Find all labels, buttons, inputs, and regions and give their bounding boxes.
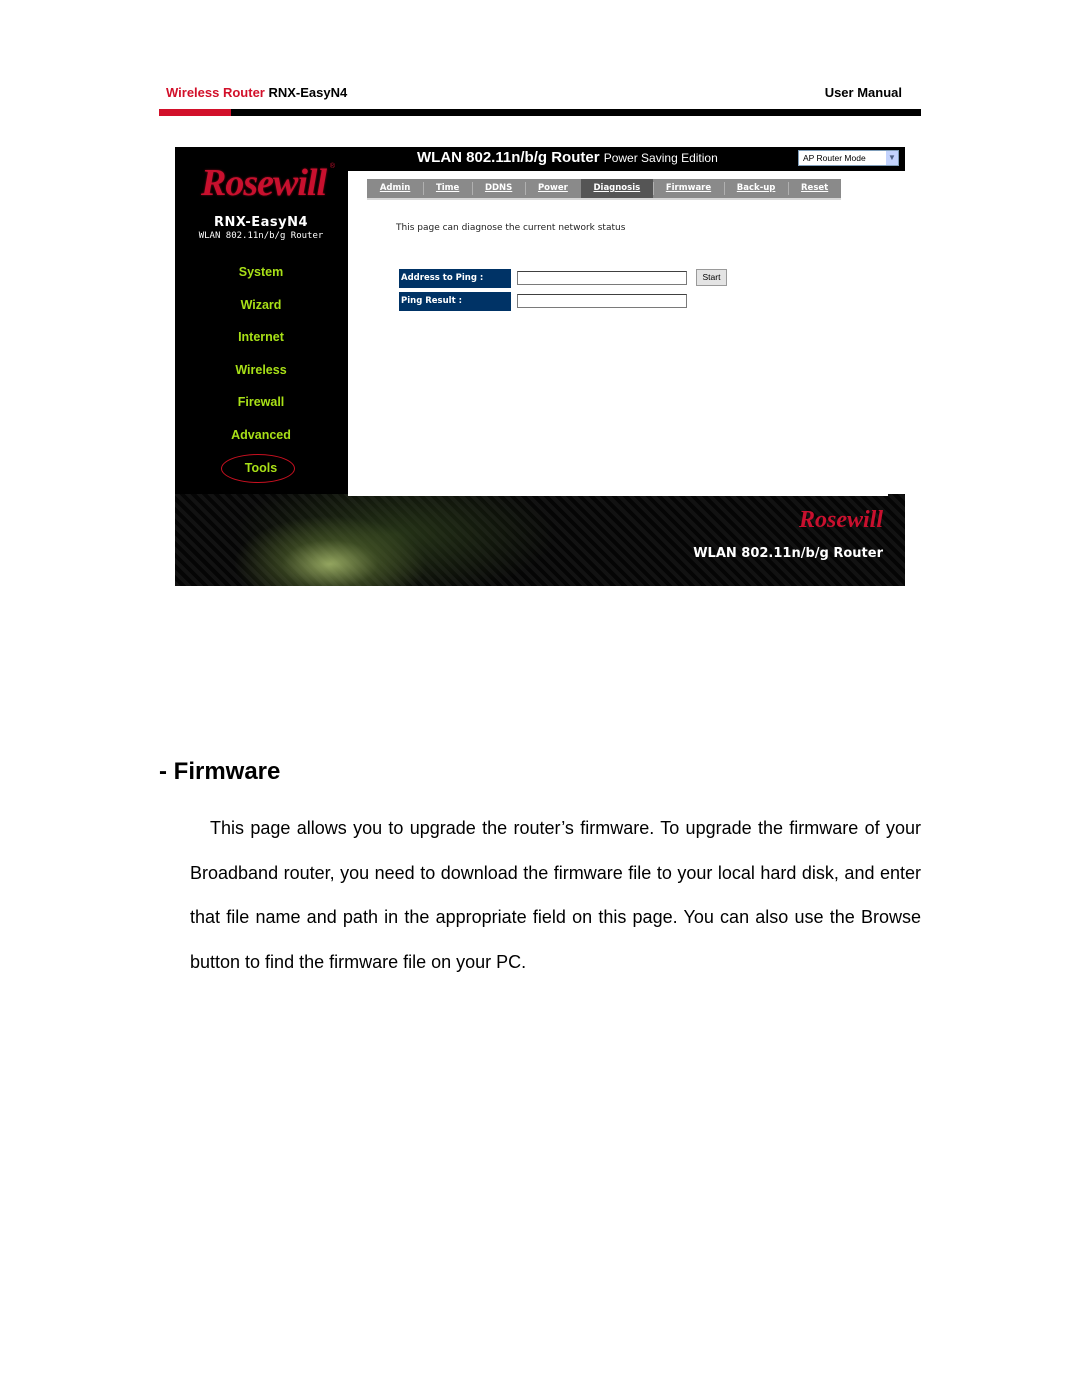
tab-admin[interactable]: Admin [367, 179, 423, 198]
tab-firmware[interactable]: Firmware [653, 179, 724, 198]
rosewill-logo-text: Rosewill [201, 162, 327, 204]
address-input[interactable] [517, 271, 687, 285]
nav-item-wizard[interactable]: Wizard [175, 296, 347, 329]
doc-header-brand: Wireless Router [166, 85, 265, 100]
header-rule-accent [159, 109, 231, 116]
tab-ddns[interactable]: DDNS [472, 179, 525, 198]
doc-header-product: Wireless Router RNX-EasyN4 [166, 85, 347, 100]
router-screenshot: Rosewill ® RNX-EasyN4 WLAN 802.11n/b/g R… [175, 147, 905, 586]
doc-header-model: RNX-EasyN4 [268, 85, 348, 100]
section-body: This page allows you to upgrade the rout… [190, 818, 921, 973]
router-titlebar: WLAN 802.11n/b/g Router Power Saving Edi… [347, 147, 905, 171]
chevron-down-icon[interactable]: ▼ [886, 151, 898, 165]
tab-power[interactable]: Power [525, 179, 581, 198]
router-title-main: WLAN 802.11n/b/g Router [417, 149, 600, 166]
footer-title: WLAN 802.11n/b/g Router [693, 546, 883, 561]
mode-select[interactable]: AP Router Mode ▼ [798, 150, 899, 166]
ping-result-field[interactable] [517, 294, 687, 308]
address-label: Address to Ping : [399, 269, 511, 288]
start-button[interactable]: Start [696, 269, 727, 286]
mode-select-value: AP Router Mode [803, 153, 866, 163]
tab-backup[interactable]: Back-up [723, 179, 788, 198]
tools-tabs: Admin Time DDNS Power Diagnosis Firmware… [367, 179, 841, 200]
nav-item-internet[interactable]: Internet [175, 328, 347, 361]
header-rule [159, 109, 921, 116]
doc-header: Wireless Router RNX-EasyN4 User Manual [166, 85, 902, 103]
router-model-subtitle: WLAN 802.11n/b/g Router [198, 231, 324, 241]
router-nav: System Wizard Internet Wireless Firewall… [175, 263, 347, 491]
section-title: - Firmware [159, 758, 281, 785]
nav-item-system[interactable]: System [175, 263, 347, 296]
router-title: WLAN 802.11n/b/g Router Power Saving Edi… [417, 149, 718, 166]
footer-divider [348, 494, 888, 496]
registered-mark: ® [329, 163, 335, 170]
router-title-sub: Power Saving Edition [603, 151, 718, 165]
tab-time[interactable]: Time [423, 179, 472, 198]
tab-diagnosis[interactable]: Diagnosis [580, 179, 654, 198]
page-description: This page can diagnose the current netwo… [396, 223, 626, 233]
ping-result-label: Ping Result : [399, 292, 511, 311]
router-model-name: RNX-EasyN4 [213, 215, 309, 230]
router-footer-banner: Rosewill WLAN 802.11n/b/g Router [175, 494, 905, 586]
footer-rosewill-logo: Rosewill [798, 507, 883, 533]
nav-item-tools[interactable]: Tools [175, 453, 347, 492]
tab-reset[interactable]: Reset [788, 179, 841, 198]
rosewill-logo: Rosewill ® [201, 161, 335, 205]
router-main-panel: Admin Time DDNS Power Diagnosis Firmware… [348, 171, 905, 494]
nav-item-firewall[interactable]: Firewall [175, 393, 347, 426]
nav-item-wireless[interactable]: Wireless [175, 361, 347, 394]
router-sidebar: Rosewill ® RNX-EasyN4 WLAN 802.11n/b/g R… [175, 147, 347, 494]
doc-header-manual: User Manual [824, 85, 902, 100]
